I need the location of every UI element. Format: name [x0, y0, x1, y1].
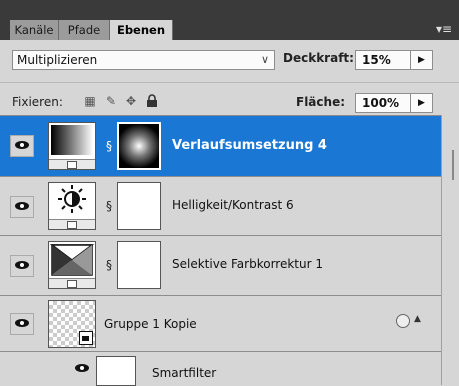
- smart-filter-indicator-icon: [396, 314, 410, 328]
- opacity-label: Deckkraft:: [283, 51, 354, 65]
- opacity-slider-arrow-icon[interactable]: ▶: [411, 50, 433, 70]
- chevron-down-icon: ∨: [260, 53, 269, 66]
- tab-kanaele[interactable]: Kanäle: [10, 20, 59, 40]
- lock-transparent-pixels-icon[interactable]: ▦: [83, 94, 97, 108]
- layer-row[interactable]: Gruppe 1 Kopie ▲: [0, 296, 441, 352]
- fill-slider-arrow-icon[interactable]: ▶: [411, 93, 433, 113]
- scrollbar-thumb[interactable]: [452, 150, 454, 180]
- visibility-eye-icon[interactable]: [10, 196, 34, 218]
- fill-label: Fläche:: [296, 95, 346, 109]
- visibility-eye-icon[interactable]: [10, 135, 34, 157]
- blend-mode-value: Multiplizieren: [17, 53, 98, 67]
- gradient-map-thumbnail: [48, 122, 96, 170]
- tab-ebenen[interactable]: Ebenen: [110, 20, 173, 40]
- selective-color-thumbnail: [48, 241, 96, 289]
- brightness-contrast-thumbnail: [48, 182, 96, 230]
- visibility-eye-icon[interactable]: [10, 313, 34, 335]
- link-chain-icon[interactable]: §: [104, 256, 114, 274]
- blend-row: Multiplizieren ∨ Deckkraft: 15% ▶: [0, 40, 459, 73]
- lock-row: Fixieren: ▦ ✎ ✥ Fläche: 100% ▶: [0, 82, 459, 115]
- layer-mask-thumbnail[interactable]: [117, 241, 161, 289]
- panel-menu-icon[interactable]: ▾≡: [435, 21, 453, 37]
- visibility-eye-icon[interactable]: [10, 255, 34, 277]
- layer-mask-thumbnail[interactable]: [117, 182, 161, 230]
- collapse-arrow-icon[interactable]: ▲: [414, 314, 421, 324]
- layer-name[interactable]: Verlaufsumsetzung 4: [172, 138, 327, 153]
- lock-label: Fixieren:: [12, 95, 63, 109]
- layers-scrollbar[interactable]: [441, 115, 459, 385]
- smart-filter-mask-thumbnail[interactable]: [96, 356, 136, 386]
- smart-object-badge-icon: [79, 331, 93, 345]
- panel-tab-bar: Kanäle Pfade Ebenen ▾≡: [0, 0, 459, 40]
- layers-list: § Verlaufsumsetzung 4 § Helligkeit/Kontr: [0, 115, 459, 386]
- layer-name[interactable]: Selektive Farbkorrektur 1: [172, 257, 323, 271]
- layer-name[interactable]: Helligkeit/Kontrast 6: [172, 198, 294, 212]
- opacity-input[interactable]: 15%: [355, 50, 411, 70]
- link-chain-icon[interactable]: §: [104, 137, 114, 155]
- layer-row[interactable]: § Verlaufsumsetzung 4: [0, 116, 441, 177]
- layer-mask-thumbnail[interactable]: [117, 122, 161, 170]
- blend-mode-select[interactable]: Multiplizieren ∨: [12, 50, 275, 70]
- tab-pfade[interactable]: Pfade: [59, 20, 110, 40]
- lock-all-icon[interactable]: [145, 94, 159, 108]
- layer-row[interactable]: § Helligkeit/Kontrast 6: [0, 177, 441, 236]
- lock-position-icon[interactable]: ✥: [124, 94, 138, 108]
- layer-name[interactable]: Gruppe 1 Kopie: [104, 317, 197, 331]
- visibility-eye-icon[interactable]: [74, 362, 90, 376]
- layer-row[interactable]: Smartfilter: [0, 352, 441, 386]
- layer-name[interactable]: Smartfilter: [152, 366, 216, 380]
- link-chain-icon[interactable]: §: [104, 197, 114, 215]
- lock-image-pixels-icon[interactable]: ✎: [104, 94, 118, 108]
- smart-object-thumbnail: [48, 300, 96, 348]
- layer-row[interactable]: § Selektive Farbkorrektur 1: [0, 236, 441, 296]
- fill-input[interactable]: 100%: [355, 93, 411, 113]
